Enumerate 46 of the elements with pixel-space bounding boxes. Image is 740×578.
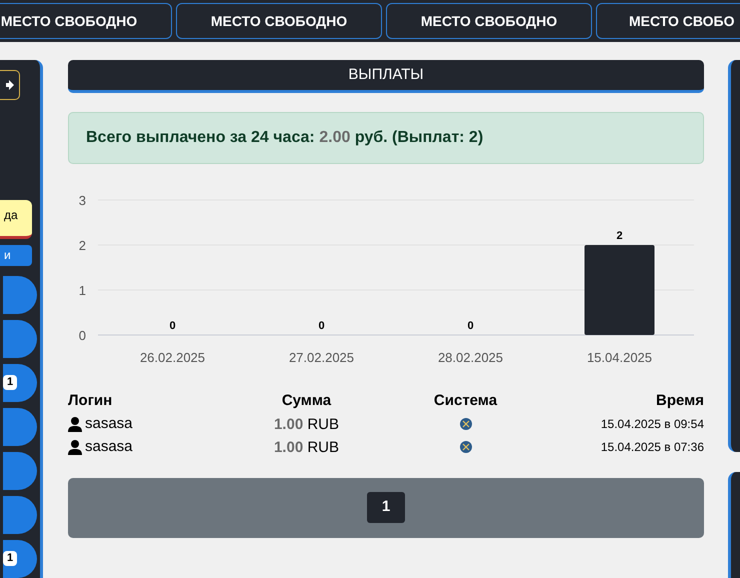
payment-system-icon [460, 418, 472, 430]
section-header: ВЫПЛАТЫ [68, 60, 704, 93]
time-cell-text: 15.04.2025 в 07:36 [600, 438, 704, 456]
menu-pill[interactable] [3, 320, 37, 358]
time-cell-text: 15.04.2025 в 09:54 [600, 416, 704, 432]
x-tick-label: 26.02.2025 [140, 350, 206, 365]
count-badge: 1 [3, 375, 18, 390]
column-header: Логин [68, 391, 114, 411]
bar-value-label: 0 [169, 320, 176, 332]
login-cell-text: sasasa [85, 436, 133, 457]
x-tick-label: 15.04.2025 [586, 350, 652, 365]
user-icon [68, 416, 82, 432]
ad-slot-button[interactable]: МЕСТО СВОБОДНО [176, 3, 382, 39]
y-tick-label: 1 [78, 283, 86, 298]
y-tick-label: 2 [78, 238, 86, 253]
ad-slot-button[interactable]: МЕСТО СВОБО [596, 3, 740, 39]
x-tick-label: 27.02.2025 [288, 350, 354, 365]
column-header: Система [432, 391, 498, 411]
menu-pill[interactable]: 1 [3, 364, 37, 402]
arrow-right-icon [6, 80, 14, 90]
amount-cell-text: 1.00 RUB [272, 414, 340, 434]
notice-card: да [0, 200, 32, 239]
user-icon [68, 440, 82, 454]
bar-value-label: 0 [467, 320, 474, 332]
menu-pill[interactable]: 1 [3, 540, 37, 578]
column-header: Сумма [280, 391, 332, 411]
logout-button[interactable] [0, 70, 20, 100]
payout-summary: Всего выплачено за 24 часа: 2.00 руб. (Выплат: 2) [68, 112, 704, 164]
x-tick-label: 28.02.2025 [438, 350, 504, 365]
bar-value-label: 2 [616, 230, 623, 242]
ad-slot-button[interactable]: МЕСТО СВОБОДНО [0, 3, 172, 39]
ad-slot-button[interactable]: МЕСТО СВОБОДНО [386, 3, 592, 39]
menu-pill[interactable] [3, 496, 37, 534]
login-cell-text: sasasa [85, 414, 133, 434]
bar-value-label: 0 [318, 320, 325, 332]
count-badge: 1 [3, 551, 18, 566]
amount-cell-text: 1.00 RUB [272, 438, 340, 458]
y-tick-label: 0 [78, 328, 86, 343]
menu-pill[interactable] [3, 276, 37, 314]
menu-pill[interactable] [3, 452, 37, 490]
column-header: Время [655, 391, 704, 411]
y-tick-label: 3 [78, 193, 86, 208]
page-button[interactable]: 1 [367, 492, 405, 523]
payment-system-icon [460, 441, 472, 453]
menu-pill[interactable] [3, 408, 37, 446]
sidebar-button[interactable]: и [0, 244, 32, 266]
